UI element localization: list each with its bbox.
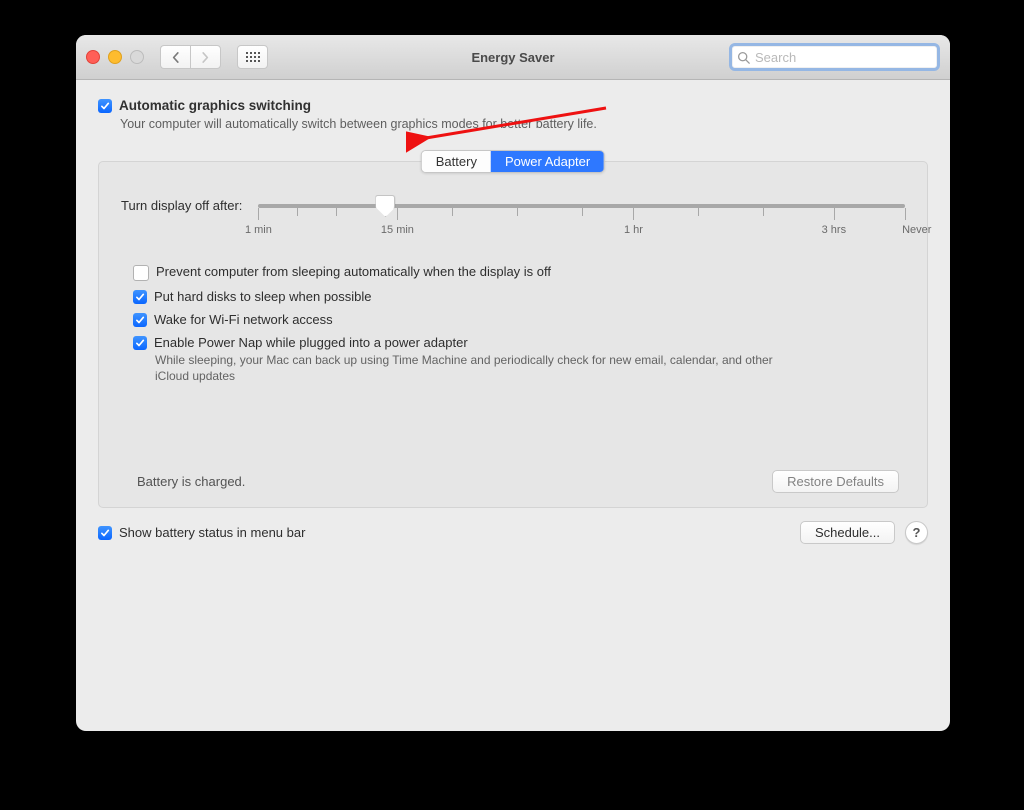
- titlebar: Energy Saver: [76, 35, 950, 80]
- search-input[interactable]: [753, 49, 933, 66]
- show-all-button[interactable]: [237, 45, 268, 69]
- opt-power-nap-label: Enable Power Nap while plugged into a po…: [154, 335, 468, 350]
- display-off-label: Turn display off after:: [121, 198, 242, 213]
- back-button[interactable]: [160, 45, 190, 69]
- content: Automatic graphics switching Your comput…: [76, 80, 950, 558]
- tab-battery[interactable]: Battery: [422, 151, 491, 172]
- close-window-button[interactable]: [86, 50, 100, 64]
- opt-disk-sleep: Put hard disks to sleep when possible: [133, 289, 905, 304]
- opt-disk-sleep-checkbox[interactable]: [133, 290, 147, 304]
- help-button[interactable]: ?: [905, 521, 928, 544]
- zoom-window-button: [130, 50, 144, 64]
- auto-graphics-description: Your computer will automatically switch …: [120, 117, 928, 131]
- auto-graphics-checkbox-row: Automatic graphics switching: [98, 98, 928, 113]
- display-off-slider[interactable]: 1 min 15 min 1 hr 3 hrs Never: [258, 198, 905, 250]
- tick-never: Never: [902, 224, 931, 236]
- power-source-tabs: Battery Power Adapter: [421, 150, 605, 173]
- window-controls: [86, 50, 144, 64]
- footer-right: Schedule... ?: [800, 521, 928, 544]
- grid-icon: [246, 52, 260, 62]
- opt-disk-sleep-label: Put hard disks to sleep when possible: [154, 289, 372, 304]
- power-source-panel: Battery Power Adapter Turn display off a…: [98, 161, 928, 508]
- search-field[interactable]: [729, 43, 940, 71]
- show-battery-status-label: Show battery status in menu bar: [119, 525, 305, 540]
- auto-graphics-checkbox[interactable]: [98, 99, 112, 113]
- check-icon: [135, 292, 145, 302]
- check-icon: [135, 338, 145, 348]
- forward-button[interactable]: [190, 45, 221, 69]
- nav-buttons: [160, 45, 221, 69]
- tick-1min: 1 min: [245, 224, 272, 236]
- tab-power-adapter[interactable]: Power Adapter: [491, 151, 604, 172]
- footer: Show battery status in menu bar Schedule…: [98, 521, 928, 544]
- opt-power-nap: Enable Power Nap while plugged into a po…: [133, 335, 905, 350]
- check-icon: [135, 315, 145, 325]
- opt-wake-wifi-checkbox[interactable]: [133, 313, 147, 327]
- tick-15min: 15 min: [381, 224, 414, 236]
- check-icon: [100, 101, 110, 111]
- show-battery-status-checkbox[interactable]: [98, 526, 112, 540]
- footer-left: Show battery status in menu bar: [98, 525, 305, 540]
- display-off-slider-row: Turn display off after: 1 m: [121, 198, 905, 250]
- opt-prevent-sleep-label: Prevent computer from sleeping automatic…: [156, 264, 551, 279]
- preferences-window: Energy Saver Automatic graphics switchin…: [76, 35, 950, 731]
- schedule-button[interactable]: Schedule...: [800, 521, 895, 544]
- tick-1hr: 1 hr: [624, 224, 643, 236]
- options-list: Prevent computer from sleeping automatic…: [133, 264, 905, 384]
- chevron-right-icon: [201, 52, 210, 63]
- opt-wake-wifi: Wake for Wi-Fi network access: [133, 312, 905, 327]
- tick-3hrs: 3 hrs: [822, 224, 846, 236]
- opt-prevent-sleep: Prevent computer from sleeping automatic…: [133, 264, 905, 281]
- chevron-left-icon: [171, 52, 180, 63]
- search-icon: [737, 51, 750, 64]
- check-icon: [100, 528, 110, 538]
- status-row: Battery is charged. Restore Defaults: [121, 470, 905, 493]
- opt-wake-wifi-label: Wake for Wi-Fi network access: [154, 312, 333, 327]
- minimize-window-button[interactable]: [108, 50, 122, 64]
- restore-defaults-button[interactable]: Restore Defaults: [772, 470, 899, 493]
- battery-status-text: Battery is charged.: [137, 474, 245, 489]
- opt-power-nap-checkbox[interactable]: [133, 336, 147, 350]
- opt-power-nap-description: While sleeping, your Mac can back up usi…: [155, 352, 795, 384]
- auto-graphics-label: Automatic graphics switching: [119, 98, 311, 113]
- opt-prevent-sleep-checkbox[interactable]: [133, 265, 149, 281]
